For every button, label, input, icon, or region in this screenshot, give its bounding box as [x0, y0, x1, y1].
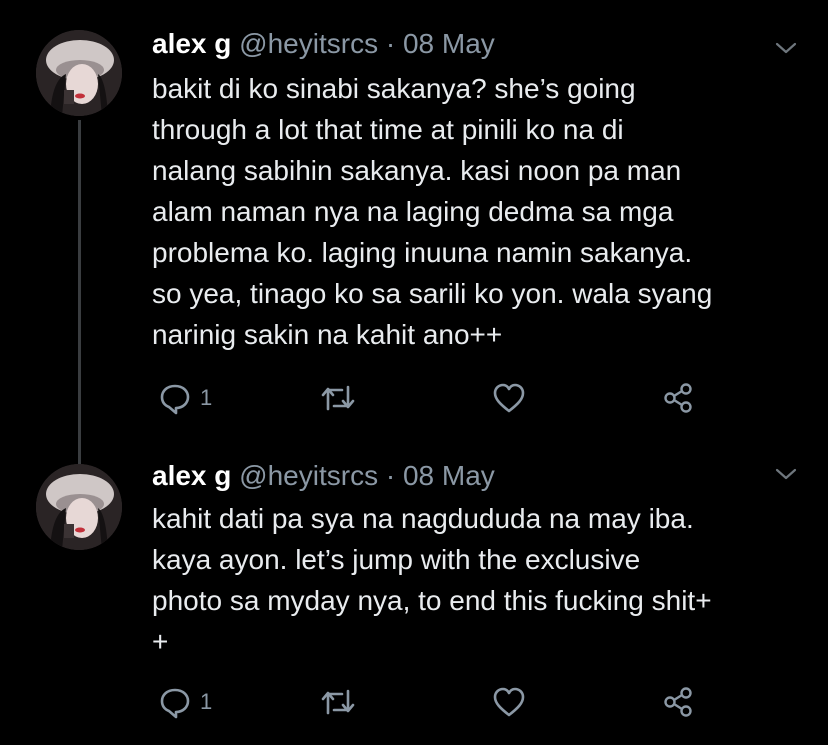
- tweet-text: kahit dati pa sya na nagdududa na may ib…: [152, 503, 712, 657]
- retweet-icon: [321, 689, 355, 715]
- tweet[interactable]: alex g @heyitsrcs · 08 May bakit di ko s…: [0, 0, 828, 440]
- display-name[interactable]: alex g: [152, 460, 231, 491]
- separator-dot: ·: [385, 28, 396, 59]
- reply-count: 1: [200, 385, 213, 410]
- reply-count: 1: [200, 689, 213, 714]
- tweet-actions: 1: [152, 678, 712, 726]
- tweet[interactable]: alex g @heyitsrcs · 08 May kahit dati pa…: [0, 440, 828, 745]
- tweet-header: alex g @heyitsrcs · 08 May: [152, 456, 495, 496]
- reply-button[interactable]: 1: [158, 374, 212, 422]
- share-icon: [664, 687, 692, 717]
- avatar[interactable]: [36, 464, 122, 550]
- reply-icon: [160, 688, 190, 719]
- retweet-button[interactable]: [320, 678, 356, 726]
- reply-icon: [160, 384, 190, 415]
- tweet-thread: alex g @heyitsrcs · 08 May bakit di ko s…: [0, 0, 828, 745]
- timestamp[interactable]: 08 May: [403, 28, 495, 59]
- separator-dot: ·: [385, 460, 396, 491]
- share-icon: [664, 383, 692, 413]
- avatar[interactable]: [36, 30, 122, 116]
- retweet-button[interactable]: [320, 374, 356, 422]
- avatar-image: [36, 464, 122, 550]
- reply-button[interactable]: 1: [158, 678, 212, 726]
- retweet-icon: [321, 385, 355, 411]
- tweet-actions: 1: [152, 374, 712, 422]
- avatar-image: [36, 30, 122, 116]
- chevron-down-icon[interactable]: [774, 466, 798, 482]
- share-button[interactable]: [662, 374, 694, 422]
- like-button[interactable]: [492, 374, 526, 422]
- chevron-down-icon[interactable]: [774, 40, 798, 56]
- display-name[interactable]: alex g: [152, 28, 231, 59]
- share-button[interactable]: [662, 678, 694, 726]
- tweet-text: bakit di ko sinabi sakanya? she’s going …: [152, 73, 713, 350]
- like-icon: [493, 383, 525, 413]
- user-handle[interactable]: @heyitsrcs: [239, 28, 378, 59]
- like-button[interactable]: [492, 678, 526, 726]
- user-handle[interactable]: @heyitsrcs: [239, 460, 378, 491]
- like-icon: [493, 687, 525, 717]
- tweet-header: alex g @heyitsrcs · 08 May: [152, 24, 495, 64]
- timestamp[interactable]: 08 May: [403, 460, 495, 491]
